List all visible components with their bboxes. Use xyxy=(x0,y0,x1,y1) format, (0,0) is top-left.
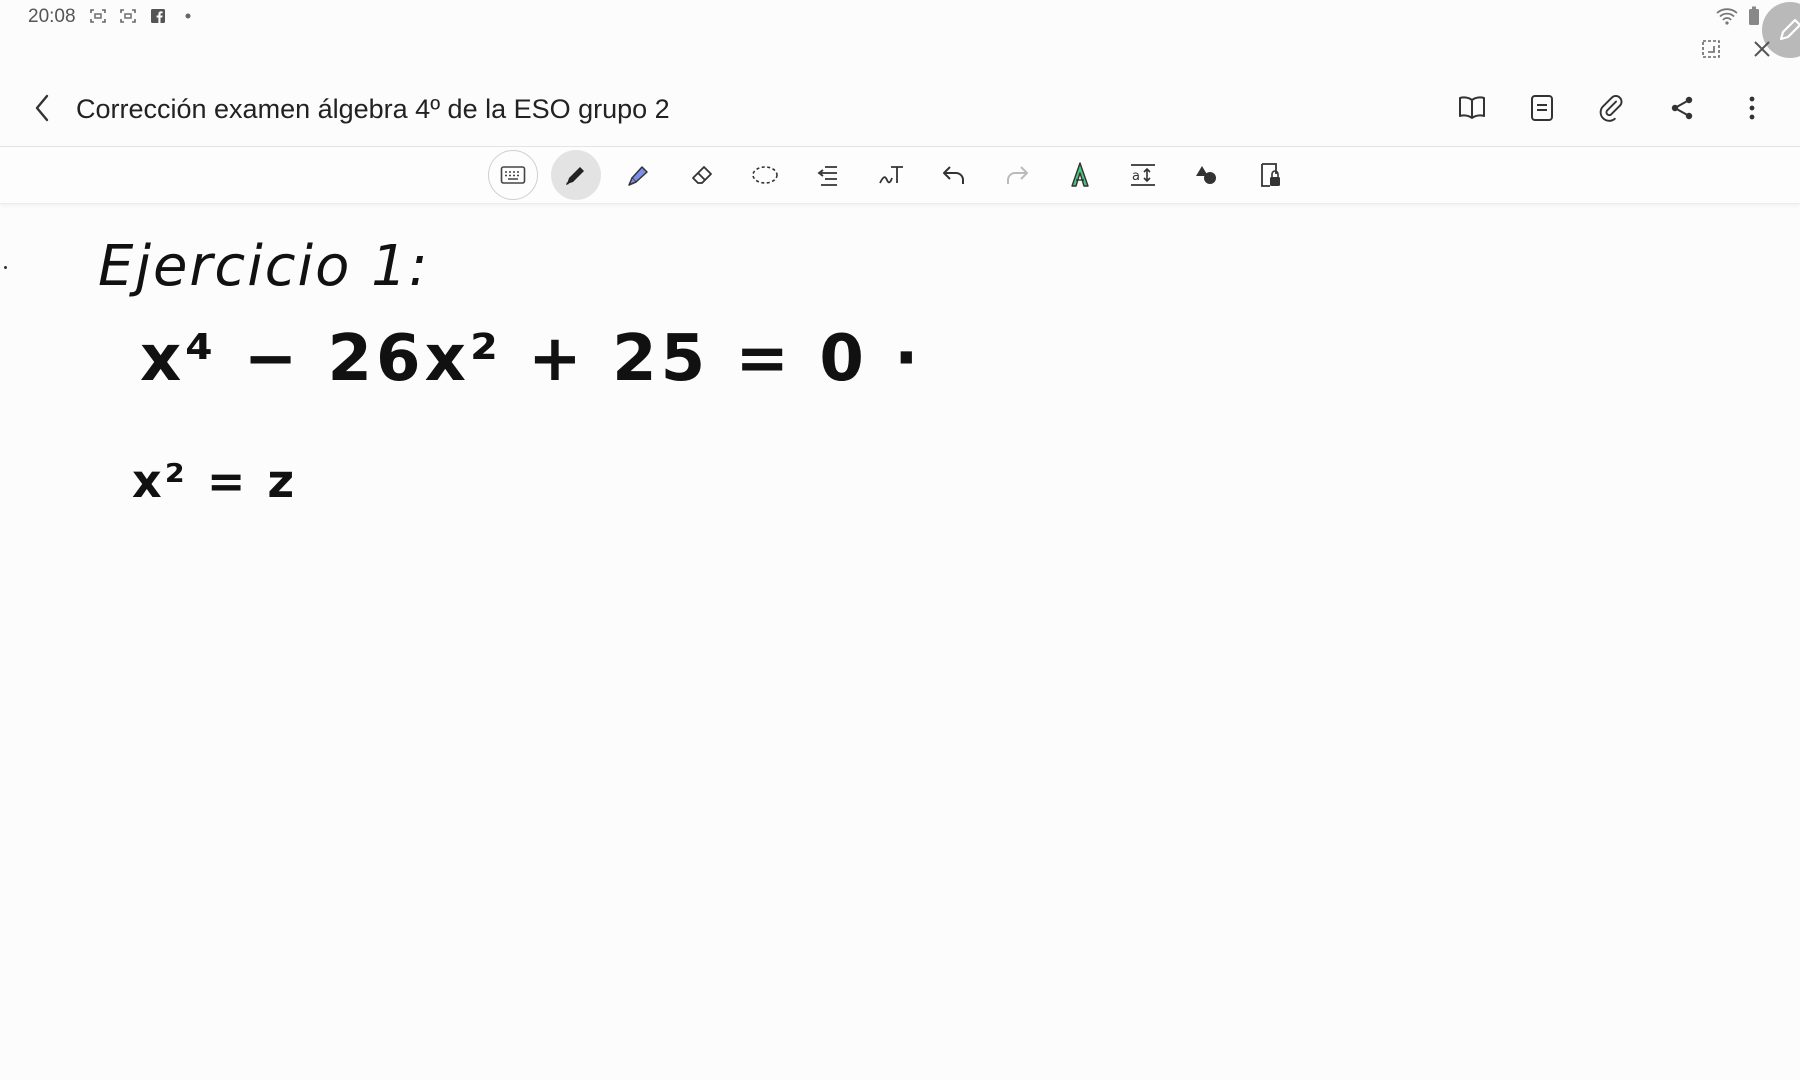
undo-icon xyxy=(943,166,964,184)
status-time: 20:08 xyxy=(28,6,76,27)
chevron-left-icon xyxy=(35,94,49,122)
shapes-tool[interactable] xyxy=(1181,150,1231,200)
status-right-icons xyxy=(1716,6,1760,31)
shapes-icon xyxy=(1196,166,1216,184)
text-size-icon: a xyxy=(1131,164,1155,186)
header-actions xyxy=(1452,88,1772,128)
share-button[interactable] xyxy=(1662,88,1702,128)
lasso-tool[interactable] xyxy=(740,150,790,200)
eraser-tool[interactable] xyxy=(677,150,727,200)
eraser-icon xyxy=(692,166,712,184)
lasso-icon xyxy=(752,166,778,184)
text-format-icon xyxy=(817,166,837,186)
handwriting-icon xyxy=(879,166,903,184)
dot-icon xyxy=(178,6,198,26)
screen-record-icon xyxy=(118,6,138,26)
more-options-button[interactable] xyxy=(1732,88,1772,128)
close-icon[interactable] xyxy=(1752,39,1772,64)
handwriting-to-text-tool[interactable] xyxy=(866,150,916,200)
keyboard-tool[interactable] xyxy=(488,150,538,200)
pen-icon xyxy=(566,167,584,185)
note-canvas[interactable]: Ejercicio 1: x⁴ − 26x² + 25 = 0 · x² = z xyxy=(0,204,1800,1080)
pen-tool[interactable] xyxy=(551,150,601,200)
book-view-button[interactable] xyxy=(1452,88,1492,128)
attach-button[interactable] xyxy=(1592,88,1632,128)
attach-icon xyxy=(1599,95,1623,122)
back-button[interactable] xyxy=(26,90,58,126)
battery-icon xyxy=(1748,6,1760,31)
window-controls xyxy=(1700,38,1772,65)
undo-button[interactable] xyxy=(929,150,979,200)
tool-list: a xyxy=(488,150,1294,200)
handwritten-equation-1: x⁴ − 26x² + 25 = 0 · xyxy=(140,322,923,396)
highlighter-tool[interactable] xyxy=(614,150,664,200)
status-left-icons xyxy=(88,6,198,26)
handwritten-equation-2: x² = z xyxy=(132,454,298,508)
keyboard-icon xyxy=(500,166,526,184)
book-view-icon xyxy=(1459,96,1485,119)
note-header: Corrección examen álgebra 4º de la ESO g… xyxy=(0,78,1800,140)
share-icon xyxy=(1671,96,1693,120)
status-bar: 20:08 xyxy=(0,0,1800,58)
page-title[interactable]: Corrección examen álgebra 4º de la ESO g… xyxy=(76,94,670,125)
drawing-toolbar: a xyxy=(0,146,1800,204)
highlighter-icon xyxy=(628,166,648,186)
page-view-button[interactable] xyxy=(1522,88,1562,128)
svg-text:a: a xyxy=(1132,169,1140,184)
redo-icon xyxy=(1007,166,1028,184)
page-view-icon xyxy=(1531,95,1553,121)
pen-color-tool[interactable] xyxy=(1055,150,1105,200)
read-only-tool[interactable] xyxy=(1244,150,1294,200)
resize-icon[interactable] xyxy=(1700,38,1722,65)
wifi-icon xyxy=(1716,7,1738,30)
lock-page-icon xyxy=(1261,163,1280,187)
facebook-icon xyxy=(148,6,168,26)
more-icon xyxy=(1749,96,1755,120)
handwritten-heading: Ejercicio 1: xyxy=(98,234,430,299)
redo-button[interactable] xyxy=(992,150,1042,200)
stray-ink-dot xyxy=(4,266,7,269)
screen-record-icon xyxy=(88,6,108,26)
text-format-tool[interactable] xyxy=(803,150,853,200)
pen-color-icon xyxy=(1071,162,1089,187)
text-size-tool[interactable]: a xyxy=(1118,150,1168,200)
